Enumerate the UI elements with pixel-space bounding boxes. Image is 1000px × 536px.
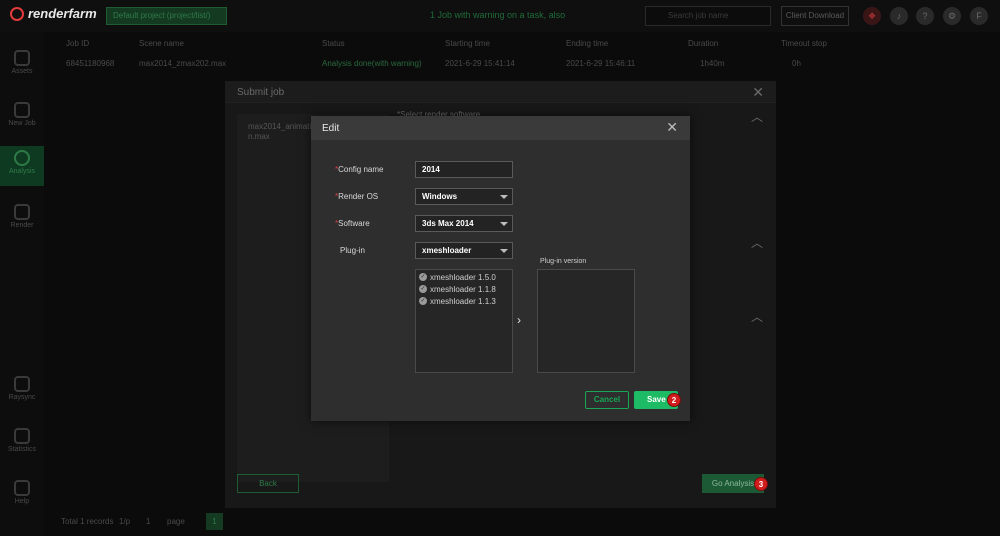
sidebar-item-render[interactable]: Render xyxy=(0,200,44,240)
starting-time: 2021-6-29 15:41:14 xyxy=(445,59,515,68)
sidebar-item-label: Statistics xyxy=(7,446,36,453)
chevron-right-icon[interactable]: › xyxy=(517,313,521,327)
analysis-icon xyxy=(14,150,30,166)
search-input[interactable]: Search job name xyxy=(645,6,771,26)
table-row[interactable]: 68451180968 max2014_zmax202.max Analysis… xyxy=(44,56,1000,72)
total-records: Total 1 records xyxy=(61,517,114,526)
notice-banner[interactable]: 1 Job with warning on a task, also xyxy=(430,10,565,20)
sidebar-item-help[interactable]: Help xyxy=(0,476,44,516)
column-header[interactable]: Status xyxy=(322,39,345,48)
page-label: page xyxy=(167,517,185,526)
software-value: 3ds Max 2014 xyxy=(422,219,474,228)
job-status: Analysis done(with warning) xyxy=(322,59,422,68)
step-badge: 2 xyxy=(667,393,681,407)
software-select[interactable]: 3ds Max 2014 xyxy=(415,215,513,232)
help-icon[interactable]: ? xyxy=(916,7,934,25)
check-circle-icon: ✓ xyxy=(419,297,427,305)
brand-logo[interactable]: renderfarm xyxy=(10,6,97,21)
step-badge: 3 xyxy=(754,477,768,491)
close-icon[interactable]: ✕ xyxy=(666,119,678,136)
plugin-select[interactable]: xmeshloader xyxy=(415,242,513,259)
timeout-stop: 0h xyxy=(792,59,801,68)
config-name-field[interactable]: 2014 xyxy=(415,161,513,178)
job-table-header: Job ID Scene name Status Starting time E… xyxy=(44,36,1000,52)
column-header: Starting time xyxy=(445,39,490,48)
column-header: Timeout stop xyxy=(781,39,827,48)
logo-icon xyxy=(10,6,24,21)
ending-time: 2021-6-29 15:46:11 xyxy=(566,59,636,68)
column-header: Job ID xyxy=(66,39,90,48)
chevron-up-icon[interactable]: ︿ xyxy=(751,108,763,125)
chevron-up-icon[interactable]: ︿ xyxy=(751,234,763,251)
render-os-value: Windows xyxy=(422,192,458,201)
render-icon xyxy=(14,204,30,220)
sidebar-item-analysis[interactable]: Analysis xyxy=(0,146,44,186)
plugin-list: ✓ xmeshloader 1.5.0 ✓ xmeshloader 1.1.8 … xyxy=(415,269,513,373)
sidebar-item-statistics[interactable]: Statistics xyxy=(0,424,44,464)
chevron-down-icon xyxy=(500,195,508,199)
plugin-label: Plug-in xyxy=(340,246,365,255)
edit-modal: Edit ✕ *Config name 2014 *Render OS Wind… xyxy=(311,116,690,421)
plugin-value: xmeshloader xyxy=(422,246,472,255)
submit-job-header: Submit job ✕ xyxy=(225,81,776,103)
render-os-label: *Render OS xyxy=(335,192,379,201)
pagination: Total 1 records 1/p 1 page 1 xyxy=(44,508,1000,536)
sidebar-item-label: Assets xyxy=(11,68,33,75)
sidebar-item-label: New Job xyxy=(8,120,36,127)
modal-title: Edit xyxy=(322,123,340,134)
check-circle-icon: ✓ xyxy=(419,285,427,293)
new-job-icon xyxy=(14,102,30,118)
render-os-select[interactable]: Windows xyxy=(415,188,513,205)
duration: 1h40m xyxy=(700,59,725,68)
sidebar: Assets New Job Analysis Render Raysync S… xyxy=(0,32,44,536)
sidebar-item-label: Help xyxy=(14,498,30,505)
help-icon xyxy=(14,480,30,496)
plugin-item-label: xmeshloader 1.1.3 xyxy=(430,296,496,306)
edit-header: Edit ✕ xyxy=(311,116,690,140)
chevron-down-icon xyxy=(500,249,508,253)
list-item[interactable]: ✓ xmeshloader 1.1.8 xyxy=(419,284,496,294)
user-avatar[interactable]: F xyxy=(970,7,988,25)
gift-icon[interactable]: ❖ xyxy=(863,7,881,25)
modal-title: Submit job xyxy=(237,87,285,98)
sidebar-item-new-job[interactable]: New Job xyxy=(0,98,44,138)
list-item[interactable]: ✓ xmeshloader 1.5.0 xyxy=(419,272,496,282)
file-name[interactable]: max2014_animation.max xyxy=(248,122,318,142)
plugin-item-label: xmeshloader 1.5.0 xyxy=(430,272,496,282)
top-bar: renderfarm Default project (project/list… xyxy=(0,0,1000,32)
raysync-icon xyxy=(14,376,30,392)
per-page-select[interactable]: 1/p xyxy=(119,517,130,526)
plugin-version-label: Plug-in version xyxy=(540,258,587,265)
sidebar-item-raysync[interactable]: Raysync xyxy=(0,372,44,412)
assets-icon xyxy=(14,50,30,66)
plugin-version-list[interactable] xyxy=(537,269,635,373)
chevron-up-icon[interactable]: ︿ xyxy=(751,308,763,325)
column-header: Scene name xyxy=(139,39,184,48)
project-select[interactable]: Default project (project/list/) xyxy=(106,7,227,25)
settings-icon[interactable]: ⚙ xyxy=(943,7,961,25)
statistics-icon xyxy=(14,428,30,444)
sidebar-item-assets[interactable]: Assets xyxy=(0,46,44,86)
cancel-button[interactable]: Cancel xyxy=(585,391,629,409)
current-page[interactable]: 1 xyxy=(206,513,223,530)
job-id: 68451180968 xyxy=(66,59,115,68)
check-circle-icon: ✓ xyxy=(419,273,427,281)
back-button[interactable]: Back xyxy=(237,474,299,493)
chevron-down-icon xyxy=(500,222,508,226)
sidebar-item-label: Raysync xyxy=(8,394,36,401)
client-download-button[interactable]: Client Download xyxy=(781,6,849,26)
config-name-label: *Config name xyxy=(335,165,384,174)
sidebar-item-label: Render xyxy=(10,222,34,229)
brand-name: renderfarm xyxy=(28,6,97,21)
list-item[interactable]: ✓ xmeshloader 1.1.3 xyxy=(419,296,496,306)
column-header: Ending time xyxy=(566,39,609,48)
sidebar-item-label: Analysis xyxy=(8,168,36,175)
plugin-item-label: xmeshloader 1.1.8 xyxy=(430,284,496,294)
column-header: Duration xyxy=(688,39,719,48)
software-label: *Software xyxy=(335,219,370,228)
page-input[interactable]: 1 xyxy=(146,517,150,526)
bell-icon[interactable]: ♪ xyxy=(890,7,908,25)
close-icon[interactable]: ✕ xyxy=(752,84,764,101)
scene-name: max2014_zmax202.max xyxy=(139,59,227,68)
